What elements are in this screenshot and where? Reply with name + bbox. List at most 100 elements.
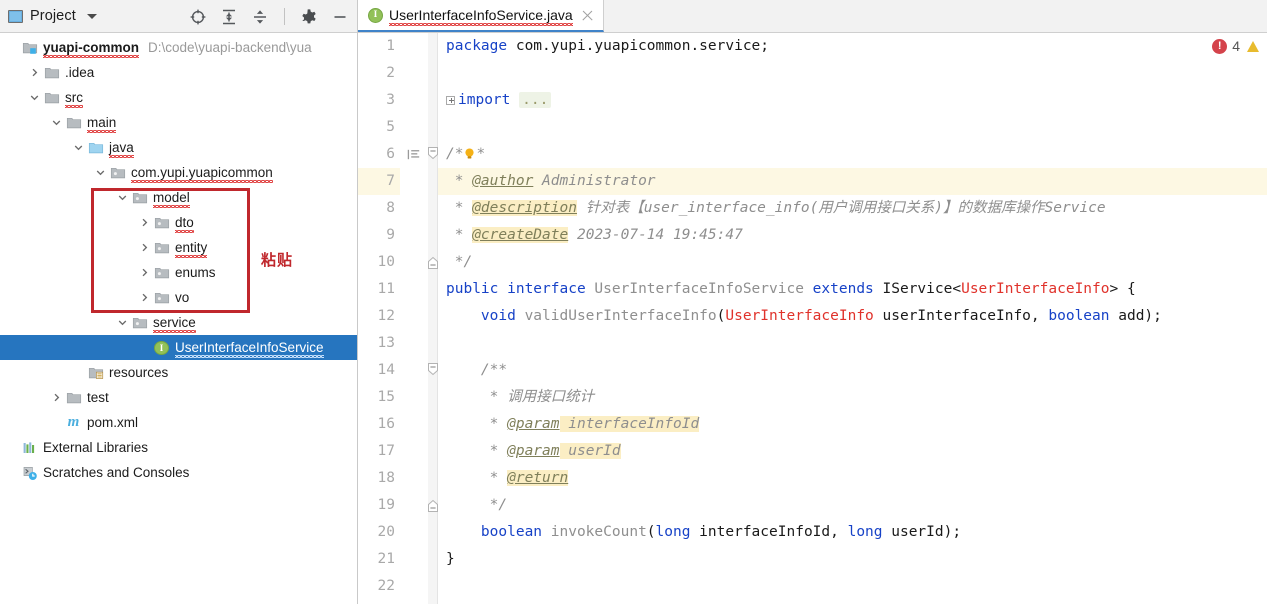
tree-item-pom-xml[interactable]: m pom.xml — [0, 410, 357, 435]
tree-item-java[interactable]: java — [0, 135, 357, 160]
line-number: 8 — [386, 200, 395, 216]
tree-item-dto[interactable]: dto — [0, 210, 357, 235]
javadoc-gutter-icon[interactable] — [402, 141, 426, 168]
code-line-13[interactable] — [446, 330, 1267, 357]
hide-icon[interactable] — [331, 8, 349, 26]
fold-marker-line-7 — [428, 168, 437, 195]
editor-tab-userinterfaceinfoservice[interactable]: I UserInterfaceInfoService.java — [358, 0, 604, 32]
tree-item-model[interactable]: model — [0, 185, 357, 210]
tree-item-label: com.yupi.yuapicommon — [131, 165, 273, 183]
fold-marker-line-15 — [428, 384, 437, 411]
expand-import-icon[interactable] — [446, 95, 455, 105]
chevron-right-icon[interactable] — [137, 235, 152, 260]
code-line-6[interactable]: /* * — [446, 141, 1267, 168]
tree-item-yuapi-common[interactable]: yuapi-common D:\code\yuapi-backend\yua — [0, 35, 357, 60]
chevron-down-icon[interactable] — [93, 160, 108, 185]
chevron-down-icon[interactable] — [115, 185, 130, 210]
code-token: package — [446, 38, 516, 54]
code-line-8[interactable]: * @description 针对表【user_interface_info(用… — [446, 195, 1267, 222]
folded-imports[interactable]: ... — [519, 92, 552, 108]
code-line-19[interactable]: */ — [446, 492, 1267, 519]
code-token: * — [446, 470, 508, 486]
tree-item-com-yupi-yuapicommon[interactable]: com.yupi.yuapicommon — [0, 160, 357, 185]
project-tree[interactable]: yuapi-common D:\code\yuapi-backend\yua .id… — [0, 33, 357, 485]
tree-item-resources[interactable]: resources — [0, 360, 357, 385]
code-line-22[interactable] — [446, 573, 1267, 600]
code-line-18[interactable]: * @return — [446, 465, 1267, 492]
code-token: long — [655, 524, 691, 540]
fold-marker-line-16 — [428, 411, 437, 438]
code-line-21[interactable]: } — [446, 546, 1267, 573]
tree-item-external-libraries[interactable]: External Libraries — [0, 435, 357, 460]
code-line-1[interactable]: package com.yupi.yuapicommon.service; — [446, 33, 1267, 60]
fold-marker-line-3[interactable] — [428, 87, 437, 114]
code-line-17[interactable]: * @param userId — [446, 438, 1267, 465]
folder-icon — [42, 85, 61, 110]
code-editor[interactable]: 1 2 3 5 6 7 8 9 10 11 12 13 14 15 16 17 18 19 20 21 22 packa… — [358, 33, 1267, 604]
expand-all-icon[interactable] — [220, 8, 238, 26]
tree-item-scratches-and-consoles[interactable]: Scratches and Consoles — [0, 460, 357, 485]
tree-item-enums[interactable]: enums — [0, 260, 357, 285]
code-token: validUserInterfaceInfo — [524, 308, 717, 324]
code-line-20[interactable]: boolean invokeCount(long interfaceInfoId… — [446, 519, 1267, 546]
code-line-11[interactable]: public interface UserInterfaceInfoServic… — [446, 276, 1267, 303]
tree-item-test[interactable]: test — [0, 385, 357, 410]
fold-marker-line-19[interactable] — [428, 492, 438, 519]
tree-item-vo[interactable]: vo — [0, 285, 357, 310]
tree-item-src[interactable]: src — [0, 85, 357, 110]
chevron-down-icon[interactable] — [86, 13, 97, 19]
chevron-down-icon[interactable] — [71, 135, 86, 160]
lightbulb-intention-icon[interactable] — [463, 143, 476, 159]
chevron-right-icon[interactable] — [137, 260, 152, 285]
tree-item-idea[interactable]: .idea — [0, 60, 357, 85]
code-folding-strip[interactable] — [428, 33, 438, 604]
code-line-7[interactable]: * @author Administrator — [438, 168, 1267, 195]
tree-item-label: UserInterfaceInfoService — [175, 340, 324, 358]
tree-item-main[interactable]: main — [0, 110, 357, 135]
chevron-right-icon[interactable] — [27, 60, 42, 85]
line-number: 16 — [377, 416, 395, 432]
select-opened-file-icon[interactable] — [189, 8, 207, 26]
chevron-down-icon[interactable] — [49, 110, 64, 135]
code-content[interactable]: package com.yupi.yuapicommon.service; im… — [438, 33, 1267, 604]
fold-marker-line-20 — [428, 519, 437, 546]
line-number: 3 — [386, 92, 395, 108]
code-line-14[interactable]: /** — [446, 357, 1267, 384]
code-token: UserInterfaceInfo — [961, 281, 1110, 297]
editor-pane: I UserInterfaceInfoService.java ! 4 1235… — [358, 0, 1267, 604]
tree-item-service[interactable]: service — [0, 310, 357, 335]
package-icon — [130, 185, 149, 210]
tree-item-userinterfaceinfoservice[interactable]: I UserInterfaceInfoService — [0, 335, 357, 360]
fold-marker-line-10[interactable] — [428, 249, 438, 276]
project-title-dropdown[interactable]: Project — [8, 8, 97, 24]
chevron-right-icon[interactable] — [137, 285, 152, 310]
fold-marker-line-21 — [428, 546, 437, 573]
code-line-3[interactable]: import ... — [446, 87, 1267, 114]
code-token: > { — [1109, 281, 1136, 297]
chevron-down-icon[interactable] — [115, 310, 130, 335]
code-line-2[interactable] — [446, 60, 1267, 87]
code-line-5[interactable] — [446, 114, 1267, 141]
collapse-all-icon[interactable] — [251, 8, 269, 26]
fold-marker-line-14[interactable] — [428, 357, 438, 384]
code-line-9[interactable]: * @createDate 2023-07-14 19:45:47 — [446, 222, 1267, 249]
inspection-widget[interactable]: ! 4 — [1212, 38, 1259, 54]
resources-folder-icon — [86, 360, 105, 385]
package-icon — [130, 310, 149, 335]
settings-gear-icon[interactable] — [300, 8, 318, 26]
code-line-10[interactable]: */ — [446, 249, 1267, 276]
chevron-down-icon[interactable] — [27, 85, 42, 110]
tree-item-entity[interactable]: entity — [0, 235, 357, 260]
chevron-right-icon[interactable] — [137, 210, 152, 235]
code-line-12[interactable]: void validUserInterfaceInfo(UserInterfac… — [446, 303, 1267, 330]
code-line-16[interactable]: * @param interfaceInfoId — [446, 411, 1267, 438]
code-line-15[interactable]: * 调用接口统计 — [446, 384, 1267, 411]
close-icon[interactable] — [581, 9, 594, 22]
code-token: 针对表【user_interface_info(用户调用接口关系)】的数据库操作… — [576, 200, 1106, 216]
chevron-right-icon[interactable] — [49, 385, 64, 410]
fold-marker-line-6[interactable] — [428, 141, 438, 168]
